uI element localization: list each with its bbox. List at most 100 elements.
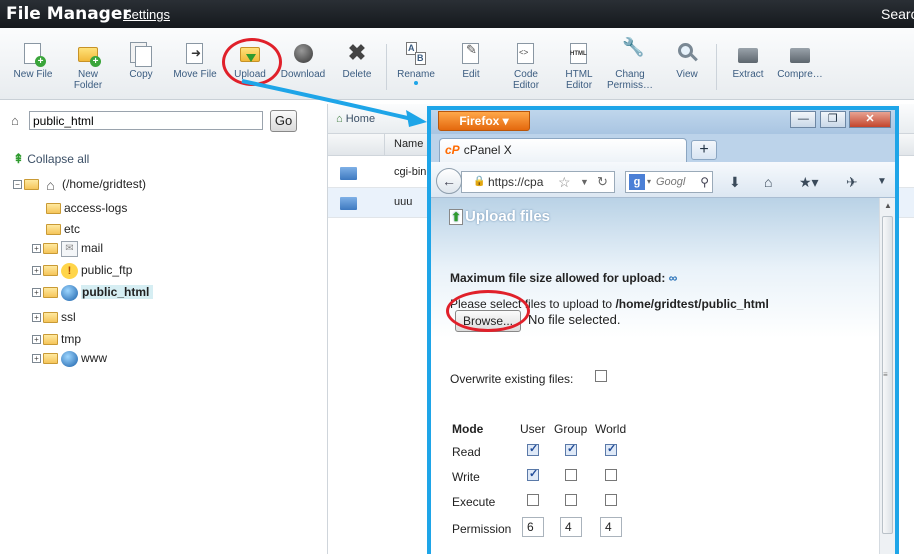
permission-group-input[interactable]: 4 [560,517,582,537]
go-button[interactable]: Go [270,110,297,132]
close-icon[interactable]: ✕ [849,111,891,128]
reload-icon[interactable]: ↻ [597,172,608,192]
scroll-grip-icon: ≡ [883,370,888,379]
html-editor-icon: HTML [568,42,590,66]
expand-toggle-icon[interactable]: + [32,354,41,364]
collapse-toggle-icon[interactable]: − [13,180,22,190]
top-header-bar: File Manager Settings Searc [0,0,914,28]
perm-header-mode: Mode [452,422,484,436]
read-world-checkbox[interactable] [605,442,617,456]
rename-button[interactable]: AB Rename [388,42,444,85]
write-world-checkbox[interactable] [605,469,617,481]
download-button[interactable]: Download [275,42,331,80]
change-permissions-button[interactable]: 🔧 Chang Permiss… [602,37,658,91]
firefox-navbar: 🔒 https://cpa ☆ ▼ ↻ ← g ▾ Googl ⚲ ⬇ ⌂ ★▾… [431,162,895,198]
view-icon [676,42,698,66]
folder-icon [340,167,357,180]
firefox-tab-strip: cP cPanel X + [431,134,895,162]
toolbar-divider [716,44,717,90]
tree-item-mail[interactable]: + ✉ mail [32,239,103,257]
download-arrow-icon[interactable]: ⬇ [729,174,741,191]
tree-item-public-ftp[interactable]: +! public_ftp [32,261,132,279]
tree-item-public-html[interactable]: + public_html [32,283,154,301]
copy-icon [130,42,152,67]
globe-icon [61,350,78,367]
browse-highlight-circle [446,290,530,332]
maximize-icon[interactable]: ❐ [819,111,846,128]
tree-item-www[interactable]: + www [32,349,107,367]
minimize-icon[interactable]: — [790,111,817,128]
page-title: ⬆ Upload files [449,208,551,226]
code-editor-button[interactable]: <> Code Editor [498,42,554,91]
settings-link[interactable]: Settings [123,7,170,22]
read-user-checkbox[interactable] [527,442,539,456]
path-input[interactable] [29,111,263,130]
tree-item-access-logs[interactable]: access-logs [46,199,127,217]
folder-icon [340,197,357,210]
expand-toggle-icon[interactable]: + [32,288,41,298]
max-size-value: ∞ [668,271,678,285]
permission-user-input[interactable]: 6 [522,517,544,537]
execute-group-checkbox[interactable] [565,494,577,506]
new-tab-button[interactable]: + [691,140,717,160]
execute-world-checkbox[interactable] [605,494,617,506]
copy-button[interactable]: Copy [113,42,169,80]
search-label[interactable]: Searc [881,6,914,22]
search-icon[interactable]: ⚲ [700,172,709,192]
search-input[interactable]: g ▾ Googl ⚲ [625,171,713,193]
url-dropdown-icon[interactable]: ▼ [580,172,589,192]
bookmark-star-icon[interactable]: ☆ [558,172,571,192]
compress-button[interactable]: Compre… [772,42,828,80]
tree-item-ssl[interactable]: + ssl [32,308,76,326]
path-bar: ⌂ Go [0,104,327,136]
folder-icon [46,203,61,215]
extract-button[interactable]: Extract [720,42,776,80]
search-engine-dropdown-icon[interactable]: ▾ [647,172,651,192]
column-name-header[interactable]: Name [394,138,423,150]
expand-toggle-icon[interactable]: + [32,313,41,323]
expand-toggle-icon[interactable]: + [32,266,41,276]
expand-toggle-icon[interactable]: + [32,335,41,345]
addon-icon[interactable]: ✈ [846,174,858,191]
tree-item-tmp[interactable]: + tmp [32,330,81,348]
tab-cpanel[interactable]: cP cPanel X [439,138,687,162]
tree-item-etc[interactable]: etc [46,220,80,238]
home-icon[interactable]: ⌂ [764,174,772,190]
edit-icon: ✎ [460,42,482,66]
permissions-icon: 🔧 [622,37,645,57]
execute-user-checkbox[interactable] [527,494,539,506]
tree-root[interactable]: − ⌂ (/home/gridtest) [13,175,146,193]
mail-icon: ✉ [61,240,78,257]
move-file-button[interactable]: ➜ Move File [167,42,223,80]
new-file-button[interactable]: + New File [5,42,61,80]
app-title: File Manager [6,4,131,24]
cpanel-logo-icon: cP [445,143,460,157]
back-button[interactable]: ← [436,168,462,194]
back-arrow-icon: ← [442,173,456,189]
expand-toggle-icon[interactable]: + [32,244,41,254]
scroll-up-icon[interactable]: ▲ [884,201,892,210]
move-file-icon: ➜ [184,42,206,66]
menu-overflow-icon[interactable]: ▼ [877,176,887,187]
page-scrollbar[interactable]: ▲ ≡ [879,198,895,554]
read-group-checkbox[interactable] [565,442,577,456]
bookmarks-icon[interactable]: ★▾ [799,174,819,191]
delete-button[interactable]: ✖ Delete [329,42,385,81]
html-editor-button[interactable]: HTML HTML Editor [551,42,607,91]
url-bar[interactable]: 🔒 https://cpa ☆ ▼ ↻ [461,171,615,193]
write-user-checkbox[interactable] [527,467,539,481]
new-folder-button[interactable]: + New Folder [60,42,116,91]
firefox-menu-button[interactable]: Firefox ▾ [438,111,530,131]
folder-icon [43,265,58,277]
view-button[interactable]: View [659,42,715,80]
permission-world-input[interactable]: 4 [600,517,622,537]
download-icon [292,42,314,66]
edit-button[interactable]: ✎ Edit [443,42,499,80]
collapse-all-link[interactable]: ⇞ Collapse all [13,151,89,167]
write-group-checkbox[interactable] [565,469,577,481]
upload-page: ⬆ Upload files Maximum file size allowed … [431,198,895,554]
breadcrumb-home[interactable]: ⌂ Home [336,113,375,125]
overwrite-checkbox[interactable] [595,370,607,382]
file-name: cgi-bin [394,166,427,178]
toolbar-divider [386,44,387,90]
